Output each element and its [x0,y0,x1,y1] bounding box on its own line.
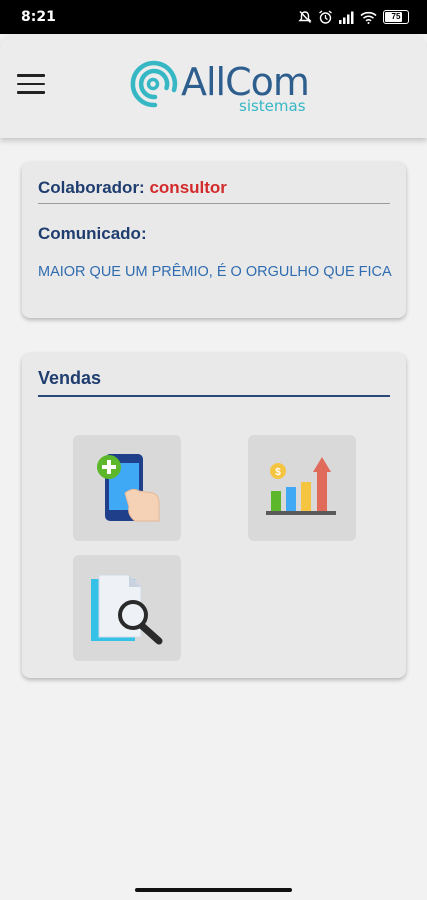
sales-title: Vendas [38,368,102,388]
new-sale-phone-icon [97,454,160,522]
logo-subtitle: sistemas [239,97,306,115]
divider [38,203,390,204]
allcom-logo: AllCom sistemas [125,57,310,117]
sales-card: Vendas $ [22,353,406,678]
battery-percent: 75 [391,12,401,21]
alarm-icon [319,9,332,24]
status-bar: 8:21 75 [0,0,427,34]
signal-icon [339,11,354,24]
wifi-icon [360,11,377,24]
sales-chart-icon: $ [266,457,336,515]
status-time: 8:21 [21,9,56,25]
hamburger-menu-icon[interactable] [14,69,48,99]
logo-signal-icon [130,60,178,108]
announcement-text: MAIOR QUE UM PRÊMIO, É O ORGULHO QUE FIC… [38,264,392,280]
status-icons: 75 [298,8,409,26]
sales-divider [38,395,390,397]
battery-icon: 75 [383,10,409,24]
mute-icon [298,11,312,23]
announcement-label: Comunicado: [38,224,147,243]
new-sale-button[interactable] [73,435,181,541]
app-header: AllCom sistemas [0,34,427,138]
collaborator-value: consultor [149,178,227,197]
gesture-nav-handle[interactable] [135,888,292,892]
collaborator-line: Colaborador: consultor [38,178,227,198]
info-card: Colaborador: consultor Comunicado: MAIOR… [22,162,406,318]
search-document-icon [91,574,163,645]
collaborator-label: Colaborador: [38,178,145,197]
sales-report-button[interactable]: $ [248,435,356,541]
svg-text:$: $ [275,467,281,478]
search-sales-button[interactable] [73,555,181,661]
